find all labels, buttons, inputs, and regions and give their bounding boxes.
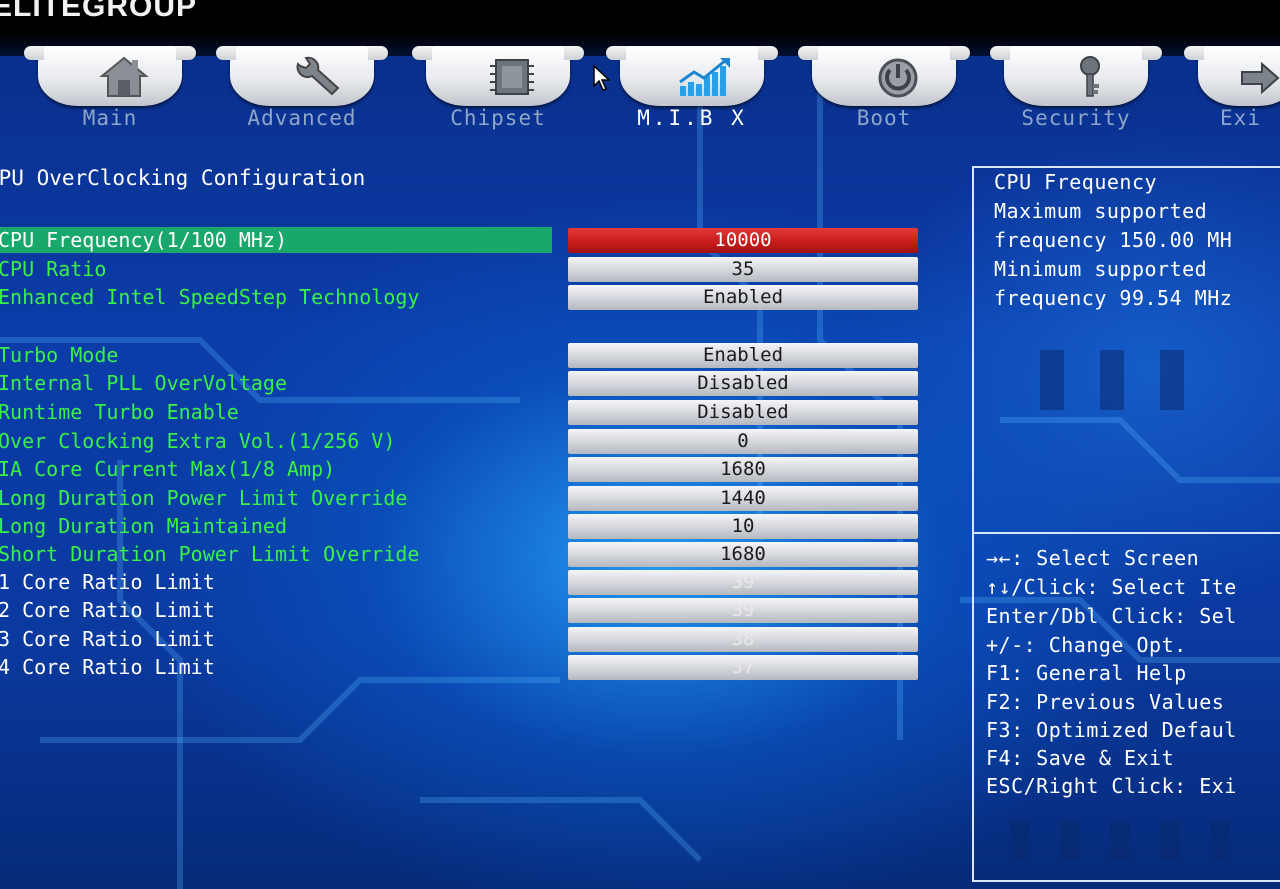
- setting-2-core-ratio: 2 Core Ratio Limit 39: [0, 597, 920, 623]
- tab-cap: [798, 46, 970, 106]
- setting-ia-core-current[interactable]: IA Core Current Max(1/8 Amp) 1680: [0, 456, 920, 482]
- setting-value: 38: [568, 627, 918, 652]
- tab-chipset[interactable]: Chipset: [412, 44, 584, 144]
- key-hint: F1: General Help: [986, 661, 1187, 685]
- setting-label: Turbo Mode: [0, 343, 119, 367]
- setting-value: 39: [568, 570, 918, 595]
- help-text: frequency 99.54 MHz: [994, 286, 1233, 310]
- setting-cpu-ratio[interactable]: CPU Ratio 35: [0, 256, 920, 282]
- setting-value[interactable]: 0: [568, 429, 918, 454]
- help-text: frequency 150.00 MH: [994, 228, 1233, 252]
- key-hint: Enter/Dbl Click: Sel: [986, 604, 1237, 628]
- section-title: CPU OverClocking Configuration: [0, 166, 366, 190]
- setting-label: 3 Core Ratio Limit: [0, 627, 215, 651]
- setting-label: Long Duration Maintained: [0, 514, 287, 538]
- setting-value[interactable]: 10: [568, 514, 918, 539]
- help-title: CPU Frequency: [994, 170, 1158, 194]
- setting-label: 2 Core Ratio Limit: [0, 598, 215, 622]
- tab-cap: [1184, 46, 1280, 106]
- setting-value[interactable]: 1680: [568, 542, 918, 567]
- setting-label: Short Duration Power Limit Override: [0, 542, 420, 566]
- tab-cap: [606, 46, 778, 106]
- tab-exit[interactable]: Exi: [1184, 44, 1280, 144]
- setting-4-core-ratio: 4 Core Ratio Limit 37: [0, 654, 920, 680]
- tab-label: Boot: [856, 106, 912, 130]
- tab-cap: [24, 46, 196, 106]
- setting-extra-voltage[interactable]: Over Clocking Extra Vol.(1/256 V) 0: [0, 428, 920, 454]
- tab-boot[interactable]: Boot: [798, 44, 970, 144]
- tab-main[interactable]: Main: [24, 44, 196, 144]
- setting-label: Runtime Turbo Enable: [0, 400, 239, 424]
- setting-long-power-limit[interactable]: Long Duration Power Limit Override 1440: [0, 485, 920, 511]
- brand-logo: ELITEGROUP: [0, 0, 197, 24]
- setting-label: 4 Core Ratio Limit: [0, 655, 215, 679]
- setting-value: 37: [568, 655, 918, 680]
- setting-label: Long Duration Power Limit Override: [0, 486, 408, 510]
- tab-cap: [216, 46, 388, 106]
- key-hint: +/-: Change Opt.: [986, 633, 1187, 657]
- setting-runtime-turbo[interactable]: Runtime Turbo Enable Disabled: [0, 399, 920, 425]
- tab-label: Advanced: [247, 106, 357, 130]
- setting-value[interactable]: Disabled: [568, 400, 918, 425]
- setting-value[interactable]: Enabled: [568, 285, 918, 310]
- tab-label: Security: [1021, 106, 1131, 130]
- house-icon: [99, 56, 149, 97]
- key-hint: ↑↓/Click: Select Ite: [986, 575, 1237, 599]
- setting-label: Internal PLL OverVoltage: [0, 371, 287, 395]
- tab-cap: [990, 46, 1162, 106]
- chip-icon: [490, 59, 534, 95]
- tab-advanced[interactable]: Advanced: [216, 44, 388, 144]
- setting-label: Over Clocking Extra Vol.(1/256 V): [0, 429, 396, 453]
- setting-short-power-limit[interactable]: Short Duration Power Limit Override 1680: [0, 541, 920, 567]
- setting-turbo-mode[interactable]: Turbo Mode Enabled: [0, 342, 920, 368]
- tab-security[interactable]: Security: [990, 44, 1162, 144]
- setting-speedstep[interactable]: Enhanced Intel SpeedStep Technology Enab…: [0, 284, 920, 310]
- chart-icon: [679, 58, 730, 96]
- tab-label: Main: [82, 106, 138, 130]
- key-hint: F2: Previous Values: [986, 690, 1225, 714]
- tab-label: M.I.B X: [637, 106, 747, 130]
- key-hint: ESC/Right Click: Exi: [986, 774, 1237, 798]
- setting-cpu-frequency[interactable]: CPU Frequency(1/100 MHz) 10000: [0, 227, 920, 253]
- setting-value[interactable]: 10000: [568, 228, 918, 253]
- setting-value[interactable]: 35: [568, 257, 918, 282]
- tab-label: Chipset: [450, 106, 546, 130]
- setting-value[interactable]: Disabled: [568, 371, 918, 396]
- help-divider: [972, 532, 1280, 534]
- setting-3-core-ratio: 3 Core Ratio Limit 38: [0, 626, 920, 652]
- setting-label: CPU Ratio: [0, 257, 107, 281]
- setting-1-core-ratio: 1 Core Ratio Limit 39: [0, 569, 920, 595]
- setting-label: CPU Frequency(1/100 MHz): [0, 227, 552, 253]
- key-hint: F3: Optimized Defaul: [986, 718, 1237, 742]
- tab-label: Exi: [1220, 106, 1261, 130]
- setting-value[interactable]: 1680: [568, 457, 918, 482]
- setting-long-duration-maintained[interactable]: Long Duration Maintained 10: [0, 513, 920, 539]
- help-text: Minimum supported: [994, 257, 1208, 281]
- setting-label: 1 Core Ratio Limit: [0, 570, 215, 594]
- setting-pll-overvoltage[interactable]: Internal PLL OverVoltage Disabled: [0, 370, 920, 396]
- exit-icon: [1241, 61, 1280, 95]
- setting-value: 39: [568, 598, 918, 623]
- logo-text: ELITEGROUP: [0, 0, 198, 23]
- key-hint: F4: Save & Exit: [986, 746, 1175, 770]
- power-icon: [878, 58, 918, 98]
- key-hint: →←: Select Screen: [986, 546, 1200, 570]
- wrench-icon: [296, 56, 340, 96]
- setting-label: Enhanced Intel SpeedStep Technology: [0, 285, 420, 309]
- help-text: Maximum supported: [994, 199, 1208, 223]
- setting-value[interactable]: 1440: [568, 486, 918, 511]
- setting-label: IA Core Current Max(1/8 Amp): [0, 457, 336, 481]
- tab-cap: [412, 46, 584, 106]
- tab-mib-x[interactable]: M.I.B X: [606, 44, 778, 144]
- setting-value[interactable]: Enabled: [568, 343, 918, 368]
- mouse-pointer-icon: [593, 64, 611, 91]
- key-icon: [1080, 56, 1100, 97]
